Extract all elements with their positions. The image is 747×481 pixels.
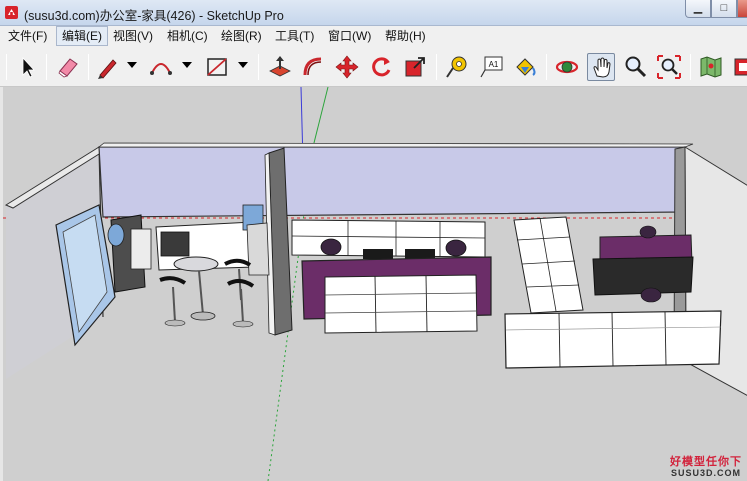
toolbar-separator: [436, 54, 437, 80]
site-watermark: 好模型任你下 SUSU3D.COM: [667, 456, 745, 480]
chevron-down-icon[interactable]: [127, 62, 137, 68]
pencil-line-icon[interactable]: [93, 53, 121, 81]
zoom-extents-icon[interactable]: [655, 53, 683, 81]
rectangle-icon[interactable]: [203, 53, 231, 81]
menu-file[interactable]: 文件(F): [3, 26, 52, 46]
fridge: [246, 222, 270, 276]
water-bottle: [107, 223, 125, 247]
move-icon[interactable]: [333, 53, 361, 81]
select-arrow-icon[interactable]: [13, 53, 41, 81]
menu-bar: 文件(F) 编辑(E) 视图(V) 相机(C) 绘图(R) 工具(T) 窗口(W…: [0, 26, 747, 46]
monitor: [405, 249, 435, 259]
add-location-icon[interactable]: [731, 53, 747, 81]
desk-drawers: [324, 274, 478, 334]
green-axis: [312, 87, 329, 148]
toolbar-separator: [88, 54, 89, 80]
microwave: [160, 231, 190, 257]
title-bar: (susu3d.com)办公室-家具(426) - SketchUp Pro ▁…: [0, 0, 747, 26]
paint-bucket-icon[interactable]: [511, 53, 539, 81]
map-icon[interactable]: [697, 53, 725, 81]
menu-help[interactable]: 帮助(H): [380, 26, 431, 46]
watermark-slogan: 好模型任你下: [670, 456, 742, 468]
push-pull-icon[interactable]: [266, 53, 294, 81]
toolbar-separator: [6, 54, 7, 80]
back-wall-top: [97, 142, 694, 148]
follow-me-icon[interactable]: [299, 53, 327, 81]
menu-tools[interactable]: 工具(T): [270, 26, 319, 46]
rotate-icon[interactable]: [367, 53, 395, 81]
main-toolbar: A1: [0, 46, 747, 87]
workstation-desk: [592, 256, 694, 296]
scale-icon[interactable]: [401, 53, 429, 81]
office-furniture-model: [3, 87, 747, 481]
toolbar-separator: [690, 54, 691, 80]
watermark-domain: SUSU3D.COM: [670, 468, 741, 478]
monitor: [363, 249, 393, 259]
office-chair: [640, 287, 662, 303]
office-chair: [320, 238, 342, 256]
menu-view[interactable]: 视图(V): [108, 26, 158, 46]
zoom-icon[interactable]: [621, 53, 649, 81]
office-chair: [445, 239, 467, 257]
menu-window[interactable]: 窗口(W): [323, 26, 376, 46]
toolbar-separator: [546, 54, 547, 80]
toolbar-separator: [258, 54, 259, 80]
sketchup-window: (susu3d.com)办公室-家具(426) - SketchUp Pro ▁…: [0, 0, 747, 481]
tape-measure-icon[interactable]: [443, 53, 471, 81]
side-cabinets: [513, 216, 584, 314]
svg-text:A1: A1: [489, 60, 499, 69]
bar-stool: [159, 276, 187, 327]
bar-table-top: [173, 256, 219, 272]
sketchup-logo-icon: [4, 5, 19, 20]
close-button[interactable]: [737, 0, 747, 18]
bar-table-base: [190, 311, 216, 321]
office-chair: [639, 225, 657, 239]
chevron-down-icon[interactable]: [182, 62, 192, 68]
menu-draw[interactable]: 绘图(R): [216, 26, 267, 46]
window-title: (susu3d.com)办公室-家具(426) - SketchUp Pro: [24, 9, 284, 23]
orbit-icon[interactable]: [553, 53, 581, 81]
dispenser-body: [130, 228, 152, 270]
eraser-icon[interactable]: [54, 53, 82, 81]
chevron-down-icon[interactable]: [238, 62, 248, 68]
model-viewport[interactable]: [0, 87, 747, 481]
text-label-icon[interactable]: A1: [477, 53, 505, 81]
bar-table-leg: [198, 270, 204, 316]
arc-icon[interactable]: [147, 53, 175, 81]
toolbar-separator: [46, 54, 47, 80]
maximize-button[interactable]: □: [711, 0, 737, 18]
menu-edit[interactable]: 编辑(E): [56, 26, 108, 46]
menu-camera[interactable]: 相机(C): [162, 26, 213, 46]
pan-hand-icon[interactable]: [587, 53, 615, 81]
back-wall: [98, 146, 686, 218]
minimize-button[interactable]: ▁: [685, 0, 711, 18]
